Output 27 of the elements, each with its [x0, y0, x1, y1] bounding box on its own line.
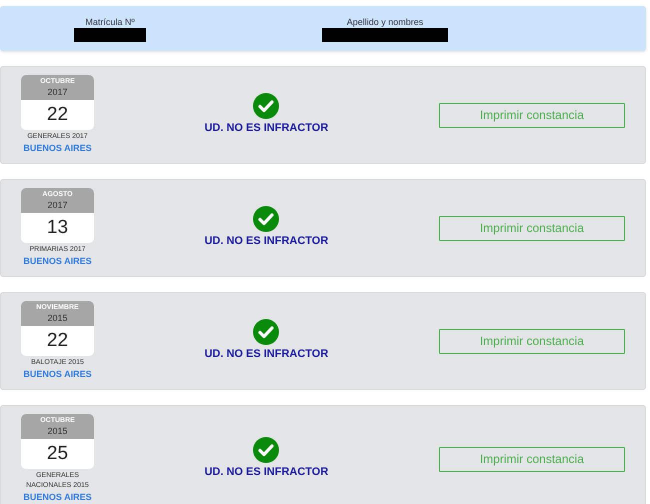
print-button[interactable]: Imprimir constancia: [438, 216, 625, 240]
checkmark-icon: [253, 206, 280, 232]
status-text: UD. NO ES INFRACTOR: [204, 347, 328, 362]
district-label: BUENOS AIRES: [23, 142, 92, 155]
year-label: 2015: [47, 312, 68, 325]
checkmark-icon: [253, 93, 280, 120]
day-label: 22: [46, 329, 70, 353]
day-label: 22: [46, 103, 70, 127]
print-button[interactable]: Imprimir constancia: [438, 446, 625, 472]
district-label: BUENOS AIRES: [23, 255, 92, 268]
print-button[interactable]: Imprimir constancia: [438, 102, 625, 128]
status-text: UD. NO ES INFRACTOR: [204, 121, 328, 136]
year-label: 2015: [47, 425, 68, 438]
day-label: 25: [46, 442, 70, 466]
redacted-value: [74, 28, 146, 42]
checkmark-icon: [253, 437, 280, 464]
field-label: Apellido y nombres: [346, 16, 424, 28]
checkmark-icon: [253, 319, 280, 346]
district-label: BUENOS AIRES: [23, 368, 92, 381]
status-text: UD. NO ES INFRACTOR: [204, 465, 328, 480]
day-label: 13: [46, 216, 70, 240]
year-label: 2017: [47, 199, 68, 212]
print-button[interactable]: Imprimir constancia: [438, 328, 625, 354]
field-label: Matrícula Nº: [85, 16, 135, 28]
status-text: UD. NO ES INFRACTOR: [204, 234, 328, 250]
district-label: BUENOS AIRES: [23, 491, 92, 504]
year-label: 2017: [47, 86, 68, 99]
